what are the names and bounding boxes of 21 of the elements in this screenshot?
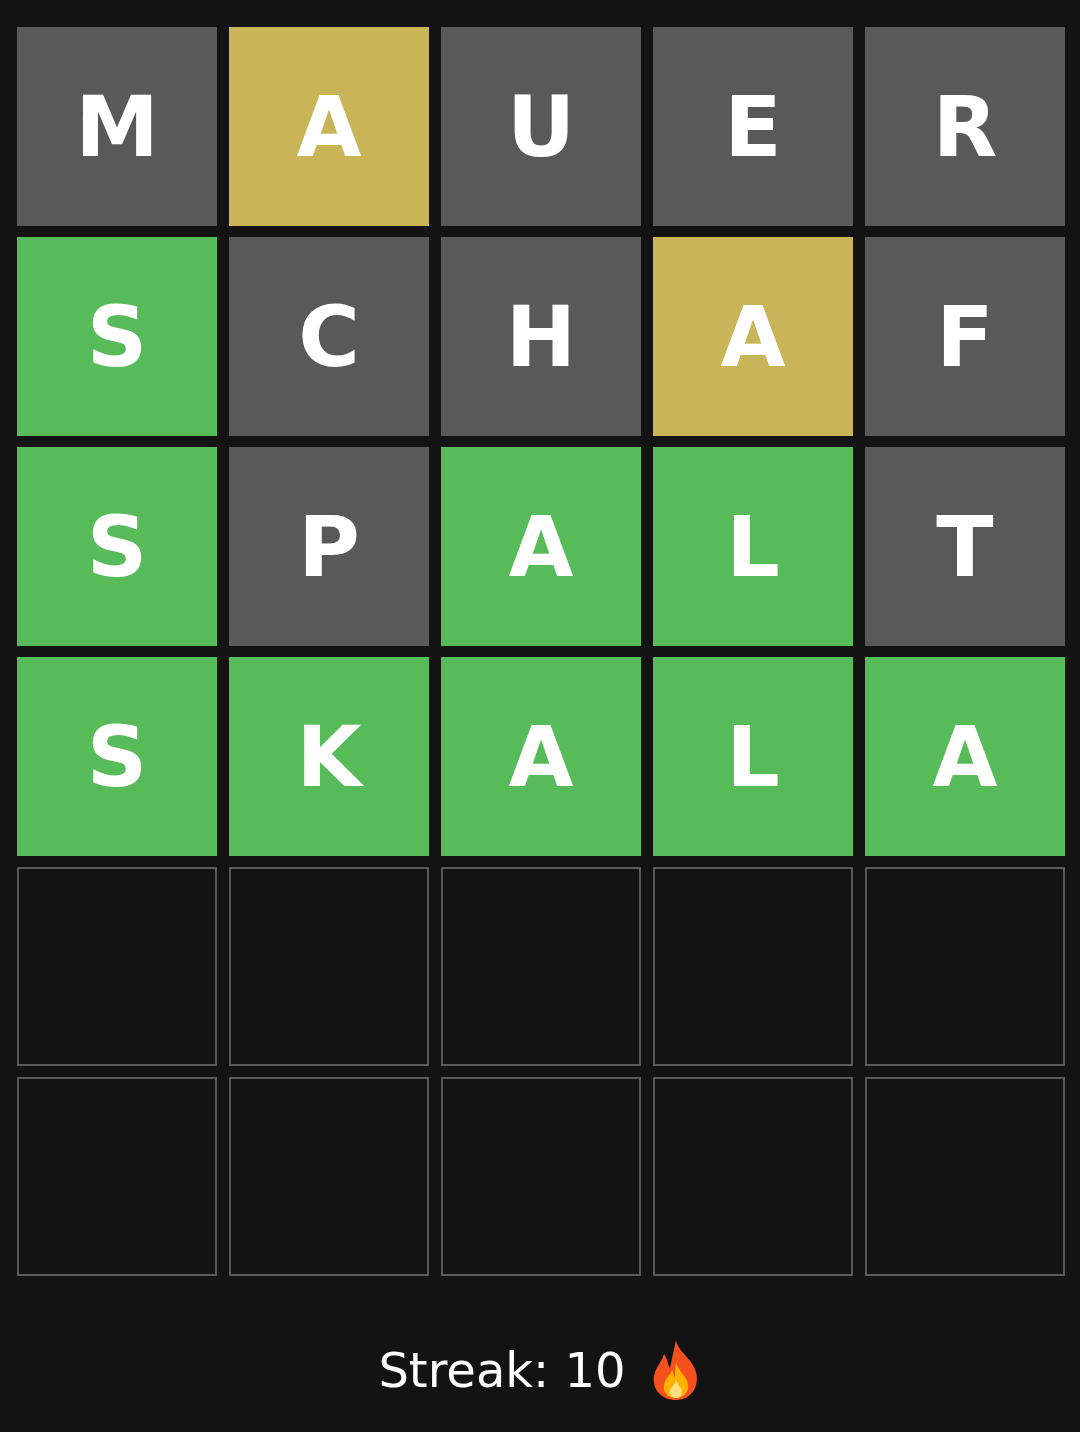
letter-tile: U [441,27,641,226]
letter-tile: S [17,447,217,646]
letter-tile: A [653,237,853,436]
letter-tile: T [865,447,1065,646]
letter-tile: S [17,237,217,436]
letter-tile: H [441,237,641,436]
letter-tile: A [441,657,641,856]
letter-tile: K [229,657,429,856]
letter-tile: F [865,237,1065,436]
letter-tile: C [229,237,429,436]
letter-tile: L [653,447,853,646]
letter-tile: R [865,27,1065,226]
streak-counter: Streak: 10 [378,1342,626,1398]
letter-tile: M [17,27,217,226]
letter-tile: L [653,657,853,856]
letter-tile: A [865,657,1065,856]
letter-tile: A [229,27,429,226]
letter-tile: P [229,447,429,646]
letter-tile: A [441,447,641,646]
letter-tile: S [17,657,217,856]
letter-tile: E [653,27,853,226]
